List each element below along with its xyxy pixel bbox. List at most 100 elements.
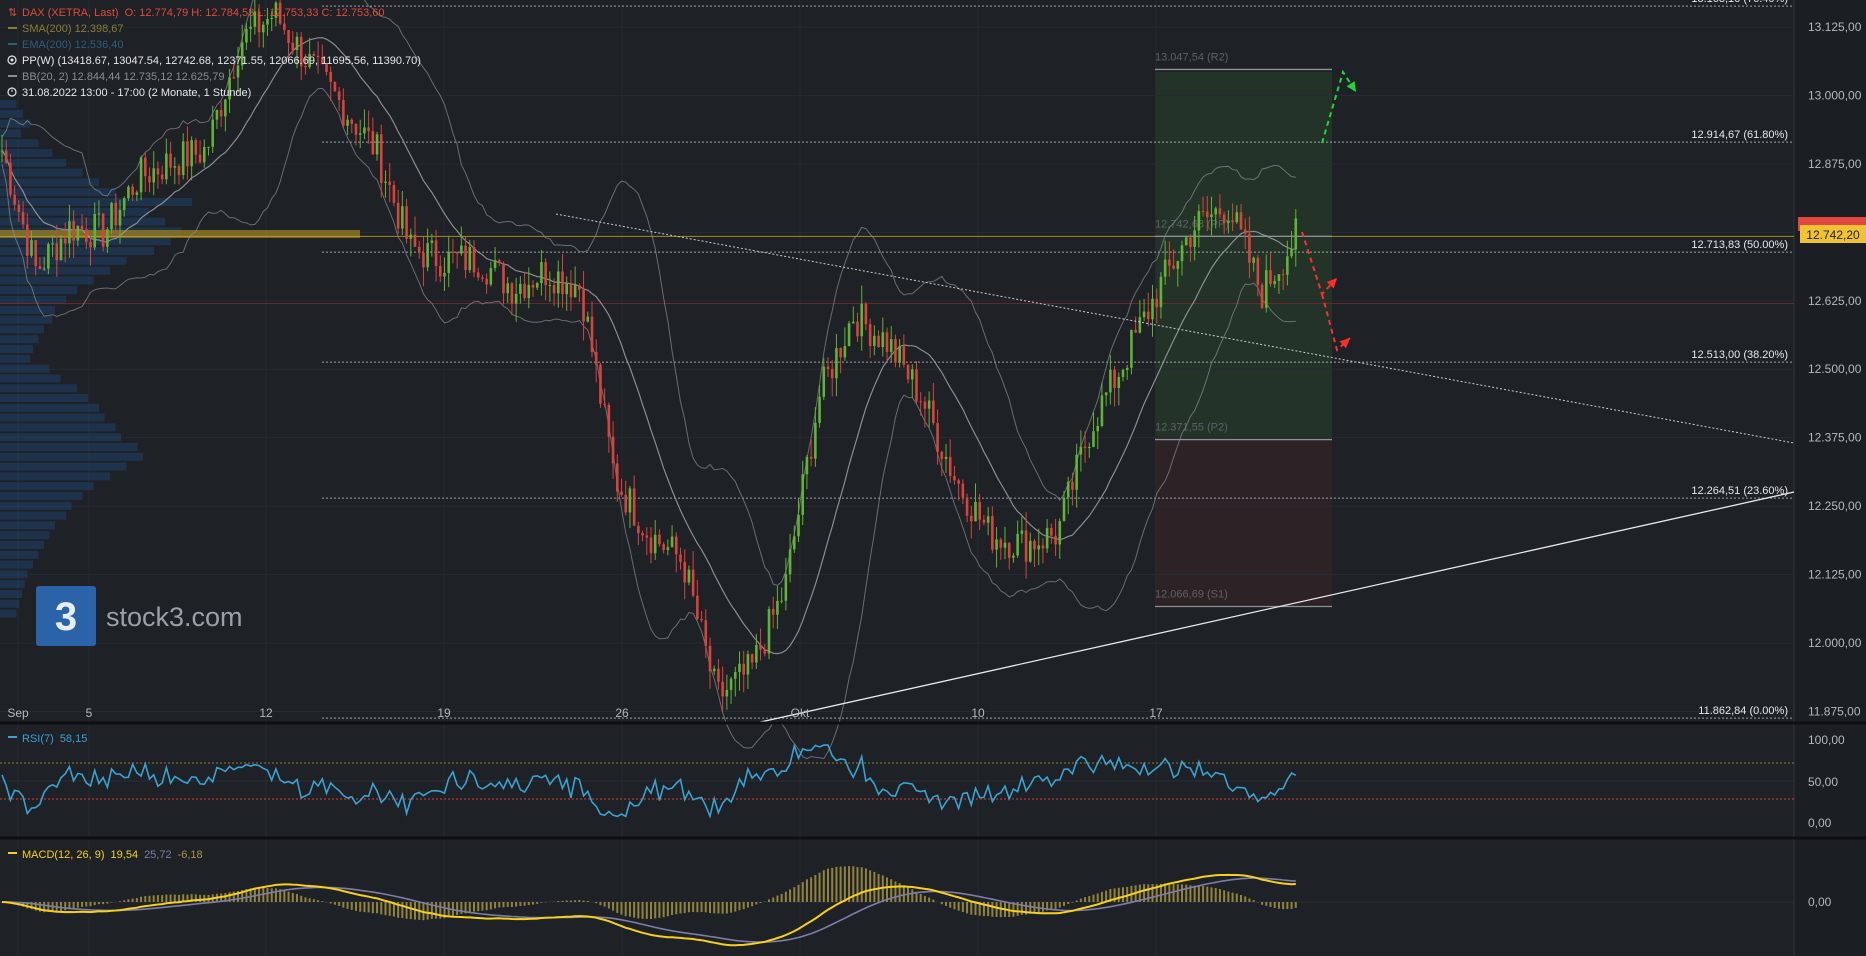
- candle-body: [915, 369, 918, 402]
- macd-histogram-bar: [599, 902, 602, 906]
- rsi-tick-0: 0,00: [1808, 816, 1832, 830]
- candle-body: [1041, 545, 1045, 549]
- candle-body: [830, 369, 834, 379]
- macd-histogram-bar: [1231, 892, 1234, 902]
- candle-body: [514, 293, 518, 304]
- candle-body: [295, 36, 299, 51]
- macd-histogram-bar: [1092, 894, 1095, 902]
- stock3-logo-glyph: 3: [55, 595, 77, 639]
- volume-profile-bar: [0, 100, 17, 108]
- price-tick-label: 12.875,00: [1808, 157, 1862, 171]
- candle-body: [902, 346, 906, 365]
- candle-body: [401, 206, 404, 229]
- price-tick-label: 12.000,00: [1808, 636, 1862, 650]
- macd-histogram-bar: [835, 866, 838, 902]
- macd-histogram-bar: [565, 900, 568, 902]
- macd-histogram-bar: [940, 902, 943, 905]
- candle-body: [21, 212, 25, 225]
- candle-body: [1066, 481, 1070, 498]
- candle-body: [283, 23, 286, 31]
- macd-histogram-bar: [1210, 887, 1213, 902]
- macd-histogram-bar: [287, 891, 290, 902]
- volume-profile-bar: [0, 423, 116, 432]
- candle-body: [1239, 212, 1243, 230]
- candle-body: [422, 252, 425, 268]
- candle-body: [118, 209, 122, 226]
- candle-body: [771, 608, 775, 615]
- candle-body: [729, 678, 733, 690]
- volume-profile-bar: [0, 276, 94, 285]
- macd-histogram-bar: [312, 899, 315, 902]
- candle-body: [333, 81, 337, 92]
- macd-histogram-bar: [515, 902, 518, 907]
- macd-histogram-bar: [1273, 902, 1276, 909]
- legend-sma[interactable]: SMA(200) 12.398,67: [22, 23, 124, 35]
- macd-histogram-bar: [97, 902, 100, 905]
- watermark-text: stock3.com: [106, 602, 243, 632]
- candle-body: [1151, 298, 1154, 320]
- legend-ema[interactable]: EMA(200) 12.536,40: [22, 39, 124, 51]
- candle-body: [1210, 214, 1213, 218]
- price-tick-label: 12.500,00: [1808, 362, 1862, 376]
- candle-body: [645, 535, 649, 538]
- candle-body: [1168, 259, 1171, 266]
- candle-body: [792, 536, 796, 550]
- macd-histogram-bar: [843, 866, 846, 902]
- macd-histogram-bar: [144, 896, 147, 902]
- legend-bb[interactable]: BB(20, 2) 12.844,44 12.735,12 12.625,79: [22, 71, 224, 83]
- candle-body: [481, 277, 484, 279]
- macd-histogram-bar: [928, 897, 931, 902]
- candle-body: [1222, 214, 1226, 224]
- candle-body: [1104, 392, 1108, 396]
- candle-body: [93, 213, 97, 248]
- candle-body: [662, 544, 665, 551]
- candle-body: [805, 456, 809, 475]
- candle-body: [68, 221, 71, 244]
- candle-body: [169, 153, 172, 168]
- macd-histogram-bar: [645, 902, 648, 919]
- price-tick-label: 13.125,00: [1808, 20, 1862, 34]
- candle-body: [603, 403, 606, 405]
- candle-body: [80, 225, 84, 230]
- macd-histogram-bar: [1117, 887, 1120, 902]
- candle-body: [961, 483, 965, 498]
- legend-period[interactable]: 31.08.2022 13:00 - 17:00 (2 Monate, 1 St…: [22, 87, 251, 99]
- candle-body: [51, 243, 54, 245]
- candle-body: [885, 332, 889, 352]
- candle-body: [13, 194, 16, 205]
- fib-level-label: 13.163,16 (76.40%): [1691, 0, 1788, 5]
- volume-profile-bar: [0, 129, 21, 138]
- macd-histogram-bar: [696, 902, 699, 913]
- macd-histogram-bar: [266, 888, 269, 902]
- candle-body: [1028, 540, 1032, 562]
- macd-histogram-bar: [1248, 898, 1251, 902]
- candle-body: [89, 241, 92, 248]
- candle-body: [978, 501, 982, 520]
- candle-body: [780, 600, 783, 602]
- candle-body: [898, 346, 901, 363]
- candle-body: [670, 536, 674, 548]
- candle-body: [236, 65, 240, 78]
- candle-body: [156, 168, 160, 175]
- macd-histogram-bar: [481, 902, 484, 911]
- candle-body: [101, 213, 105, 247]
- candle-body: [148, 176, 151, 183]
- macd-histogram-bar: [119, 901, 121, 902]
- candle-body: [451, 251, 455, 253]
- macd-histogram-bar: [1193, 885, 1196, 902]
- candle-body: [940, 451, 944, 460]
- candle-body: [194, 140, 198, 155]
- candle-body: [1003, 542, 1007, 548]
- candle-body: [691, 569, 695, 596]
- macd-histogram-bar: [148, 895, 151, 902]
- candle-body: [207, 146, 210, 148]
- volume-profile-bar: [0, 501, 72, 510]
- macd-histogram-bar: [1020, 902, 1023, 915]
- candle-body: [1155, 298, 1159, 308]
- candle-body: [1273, 280, 1277, 285]
- candle-body: [923, 401, 927, 409]
- macd-histogram-bar: [751, 902, 754, 907]
- legend-pivot[interactable]: PP(W) (13418.67, 13047.54, 12742.68, 123…: [22, 55, 421, 67]
- chart-canvas[interactable]: 13.163,16 (76.40%) 12.914,67 (61.80%) 12.7…: [0, 0, 1866, 956]
- legend-instrument[interactable]: DAX (XETRA, Last) O: 12.774,79 H: 12.784,…: [22, 7, 385, 19]
